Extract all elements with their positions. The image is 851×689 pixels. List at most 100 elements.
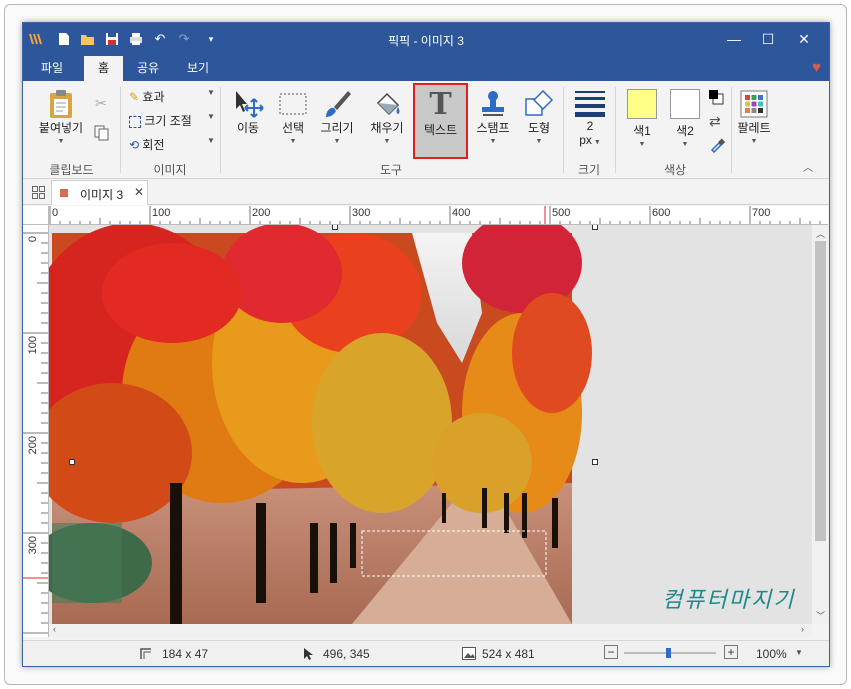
- h-ruler-tick-label: 100: [152, 207, 170, 219]
- resize-button[interactable]: 크기 조절 ▼: [129, 112, 215, 129]
- stamp-icon: [482, 91, 504, 116]
- swap-colors-icon[interactable]: ⇄: [709, 113, 721, 130]
- watermark-text: 컴퓨터마지기: [662, 588, 796, 613]
- vertical-scrollbar[interactable]: ︿ ﹀: [812, 225, 829, 624]
- rotate-button[interactable]: ⟲ 회전 ▼: [129, 136, 215, 153]
- image-group-label: 이미지: [153, 163, 187, 177]
- image-tab-icon: [60, 189, 68, 197]
- horizontal-scrollbar[interactable]: ‹ ›: [49, 624, 812, 637]
- resize-handle-right[interactable]: [592, 459, 598, 465]
- maximize-button[interactable]: ☐: [756, 29, 780, 49]
- scroll-right-icon[interactable]: ›: [801, 624, 804, 634]
- select-tool-button[interactable]: 선택 ▼: [271, 89, 315, 147]
- paste-icon: [50, 90, 72, 118]
- shape-label: 도형: [527, 121, 551, 135]
- line-size-button[interactable]: 2 px ▼: [571, 89, 609, 147]
- copy-icon[interactable]: [94, 125, 110, 144]
- color-group-label: 색상: [663, 163, 687, 177]
- grid-view-icon[interactable]: [32, 186, 45, 202]
- canvas-area[interactable]: 컴퓨터마지기: [49, 225, 812, 624]
- move-tool-button[interactable]: 이동: [227, 89, 269, 136]
- color1-button[interactable]: 색1 ▼: [623, 89, 661, 150]
- zoom-in-button[interactable]: +: [724, 645, 738, 659]
- ribbon-tabs: 파일 홈 공유 보기 ♥: [23, 56, 829, 81]
- status-bar: 184 x 47 496, 345 524 x 481 − + 100% ▼: [23, 640, 829, 666]
- shape-tool-button[interactable]: 도형 ▼: [519, 89, 559, 147]
- resize-label: 크기 조절: [144, 114, 192, 128]
- color2-button[interactable]: 색2 ▼: [666, 89, 704, 150]
- chevron-down-icon: ▼: [535, 138, 543, 145]
- chevron-down-icon: ▼: [333, 138, 341, 145]
- shape-icon: [525, 89, 554, 116]
- title-bar: ↶ ↷ ▾ 픽픽 - 이미지 3 — ☐ ✕: [23, 23, 829, 56]
- h-ruler-tick-label: 300: [352, 207, 370, 219]
- vertical-scroll-thumb[interactable]: [815, 241, 826, 541]
- tab-share[interactable]: 공유: [123, 56, 173, 81]
- resize-handle-top-right[interactable]: [592, 225, 598, 230]
- effects-label: 효과: [142, 90, 165, 104]
- draw-tool-button[interactable]: 그리기 ▼: [315, 89, 359, 147]
- paste-button[interactable]: 붙여넣기 ▼: [33, 89, 89, 147]
- group-separator: [731, 87, 732, 173]
- scroll-down-icon[interactable]: ﹀: [816, 609, 825, 622]
- chevron-down-icon: ▼: [681, 141, 689, 148]
- size-value: 2: [586, 119, 594, 133]
- text-tool-button[interactable]: T 텍스트: [413, 83, 468, 159]
- minimize-button[interactable]: —: [722, 29, 746, 49]
- color1-label: 색1: [633, 124, 651, 138]
- autumn-trees-image[interactable]: [49, 225, 812, 624]
- clipboard-group-label: 클립보드: [49, 163, 94, 177]
- color1-swatch: [627, 89, 657, 119]
- chevron-down-icon: ▼: [638, 141, 646, 148]
- chevron-down-icon: ▼: [489, 138, 497, 145]
- vertical-ruler: 0 100 200 300: [23, 225, 49, 637]
- tab-home[interactable]: 홈: [84, 56, 124, 81]
- scroll-up-icon[interactable]: ︿: [816, 227, 825, 240]
- document-tab[interactable]: 이미지 3 ✕: [51, 180, 148, 205]
- default-colors-icon[interactable]: [708, 89, 724, 108]
- zoom-out-button[interactable]: −: [604, 645, 618, 659]
- v-ruler-tick-label: 300: [27, 536, 39, 554]
- collapse-ribbon-icon[interactable]: ︿: [803, 159, 813, 174]
- document-tab-label: 이미지 3: [80, 188, 124, 202]
- select-label: 선택: [281, 121, 305, 135]
- tab-view[interactable]: 보기: [173, 56, 223, 81]
- chevron-down-icon: ▼: [207, 88, 215, 97]
- move-icon: [236, 91, 264, 118]
- chevron-down-icon: ▼: [207, 136, 215, 145]
- scroll-left-icon[interactable]: ‹: [53, 624, 56, 634]
- chevron-down-icon: ▼: [207, 112, 215, 121]
- h-ruler-tick-label: 700: [752, 207, 770, 219]
- chevron-down-icon: ▼: [57, 138, 65, 145]
- h-ruler-tick-label: 200: [252, 207, 270, 219]
- image-size-icon: [462, 647, 476, 663]
- eyedropper-icon[interactable]: [709, 137, 726, 156]
- horizontal-ruler: 0 100 200 300 400 500 600 700: [49, 206, 828, 225]
- size-group-label: 크기: [577, 163, 601, 177]
- zoom-level[interactable]: 100%: [756, 647, 787, 661]
- close-button[interactable]: ✕: [792, 29, 816, 49]
- zoom-dropdown-icon[interactable]: ▼: [795, 648, 803, 657]
- fill-tool-button[interactable]: 채우기 ▼: [365, 89, 409, 147]
- effects-icon: ✎: [129, 90, 140, 104]
- tools-group-label: 도구: [379, 163, 403, 177]
- paint-bucket-icon: [376, 92, 400, 116]
- heart-icon[interactable]: ♥: [812, 59, 821, 76]
- selection-size-icon: [139, 647, 153, 664]
- fill-label: 채우기: [370, 121, 404, 135]
- tab-file[interactable]: 파일: [27, 56, 77, 81]
- v-ruler-tick-label: 100: [27, 336, 39, 354]
- palette-button[interactable]: 팔레트 ▼: [734, 89, 774, 147]
- stamp-tool-button[interactable]: 스탬프 ▼: [471, 89, 515, 147]
- select-icon: [279, 93, 307, 115]
- zoom-slider[interactable]: [624, 648, 716, 658]
- effects-button[interactable]: ✎ 효과 ▼: [129, 88, 215, 105]
- zoom-slider-thumb[interactable]: [666, 648, 671, 658]
- close-tab-icon[interactable]: ✕: [134, 185, 144, 199]
- v-ruler-tick-label: 200: [27, 436, 39, 454]
- resize-handle-top[interactable]: [332, 225, 338, 230]
- h-ruler-tick-label: 600: [652, 207, 670, 219]
- resize-handle-left[interactable]: [69, 459, 75, 465]
- image-size: 524 x 481: [482, 647, 535, 661]
- cut-icon[interactable]: ✂: [95, 95, 107, 112]
